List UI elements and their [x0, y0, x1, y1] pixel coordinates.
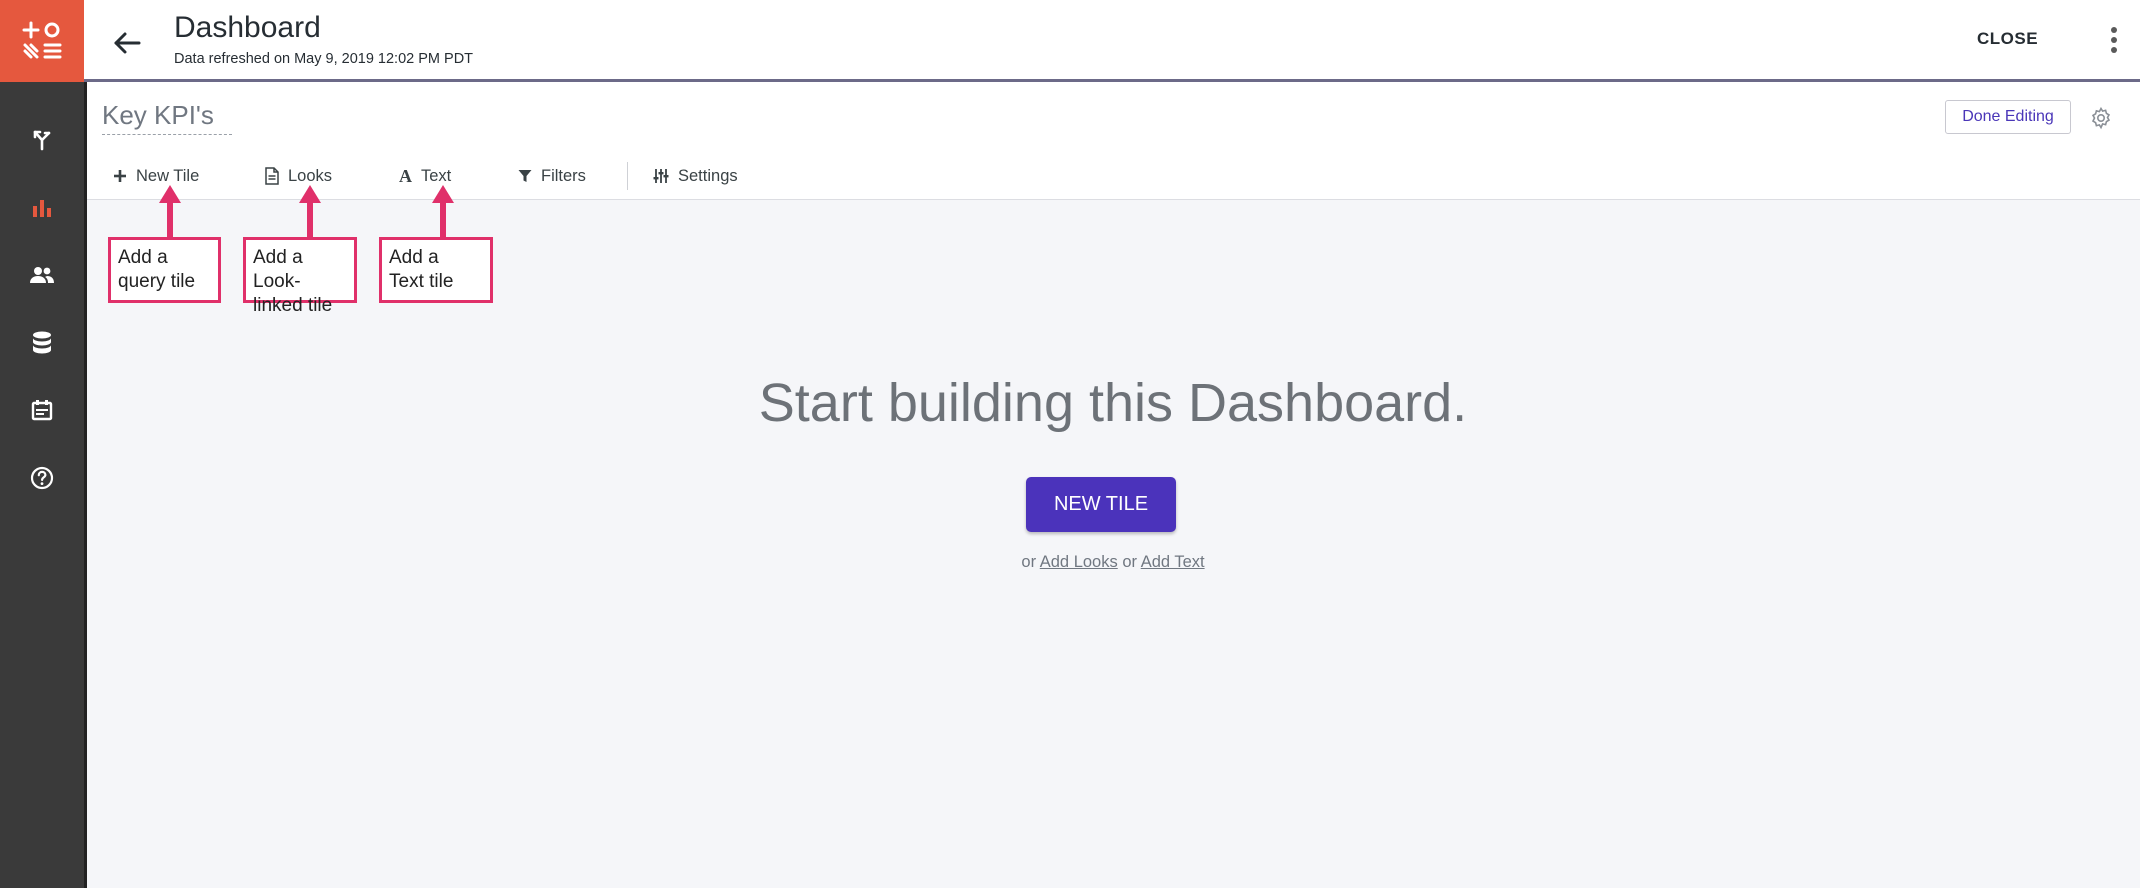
text-icon: A — [399, 165, 412, 186]
annotation-text: linked tile — [253, 295, 333, 316]
or-text: or — [1021, 553, 1037, 571]
new-tile-button[interactable]: NEW TILE — [1026, 477, 1176, 532]
more-menu-button[interactable] — [2104, 22, 2124, 58]
nav-help[interactable] — [0, 446, 84, 510]
dashboard-name-input[interactable]: Key KPI's — [102, 100, 232, 135]
empty-state-links: or Add Looks or Add Text — [0, 553, 2140, 572]
empty-state-title: Start building this Dashboard. — [758, 373, 1468, 433]
gear-icon — [2091, 106, 2111, 130]
toolbar-settings-label: Settings — [678, 166, 738, 185]
toolbar-divider — [627, 162, 628, 190]
toolbar-filters[interactable]: Filters — [518, 162, 586, 190]
annotation-arrow-text — [432, 185, 454, 237]
nav-people[interactable] — [0, 243, 84, 307]
nav-database[interactable] — [0, 311, 84, 375]
page-title: Dashboard — [174, 11, 321, 44]
annotation-text: query tile — [118, 271, 196, 292]
annotation-arrow-looks — [299, 185, 321, 237]
toolbar-filters-label: Filters — [541, 166, 586, 185]
dashboard-settings-button[interactable] — [2089, 106, 2113, 130]
or-text: or — [1122, 553, 1137, 571]
annotation-arrow-new-tile — [159, 185, 181, 237]
top-header: Dashboard Data refreshed on May 9, 2019 … — [84, 0, 2140, 82]
database-icon — [33, 331, 51, 354]
help-icon — [30, 466, 54, 490]
annotation-text: Add a — [389, 247, 439, 268]
plus-icon — [114, 170, 126, 182]
toolbar-settings[interactable]: Settings — [653, 162, 738, 190]
arrow-left-icon — [114, 32, 141, 54]
logo-icon — [22, 21, 62, 59]
bar-chart-icon — [33, 200, 51, 217]
add-looks-link[interactable]: Add Looks — [1040, 553, 1118, 571]
refresh-status: Data refreshed on May 9, 2019 12:02 PM P… — [174, 51, 474, 67]
back-button[interactable] — [110, 26, 144, 60]
filter-icon — [518, 170, 532, 182]
explore-icon — [33, 130, 51, 151]
annotation-text: Add a Look- — [253, 247, 303, 292]
annotation-text: Add a — [118, 247, 168, 268]
app-logo[interactable] — [0, 0, 84, 82]
done-editing-button[interactable]: Done Editing — [1945, 100, 2071, 134]
sliders-icon — [653, 169, 669, 183]
dashboard-toolbar: Key KPI's Done Editing New Tile Looks A … — [87, 82, 2140, 200]
annotation-look-tile: Add a Look- linked tile — [243, 237, 357, 316]
close-button[interactable]: CLOSE — [1977, 29, 2038, 49]
annotation-text-tile: Add a Text tile — [379, 237, 493, 303]
annotation-text: Text tile — [389, 271, 454, 292]
nav-dashboards[interactable] — [0, 176, 84, 240]
add-text-link[interactable]: Add Text — [1141, 553, 1205, 571]
more-vert-icon — [2111, 27, 2117, 33]
sidebar-divider — [84, 82, 87, 888]
people-icon — [30, 267, 54, 283]
annotation-query-tile: Add a query tile — [108, 237, 221, 303]
left-nav — [0, 0, 84, 888]
nav-explore[interactable] — [0, 108, 84, 172]
document-icon — [265, 167, 279, 185]
